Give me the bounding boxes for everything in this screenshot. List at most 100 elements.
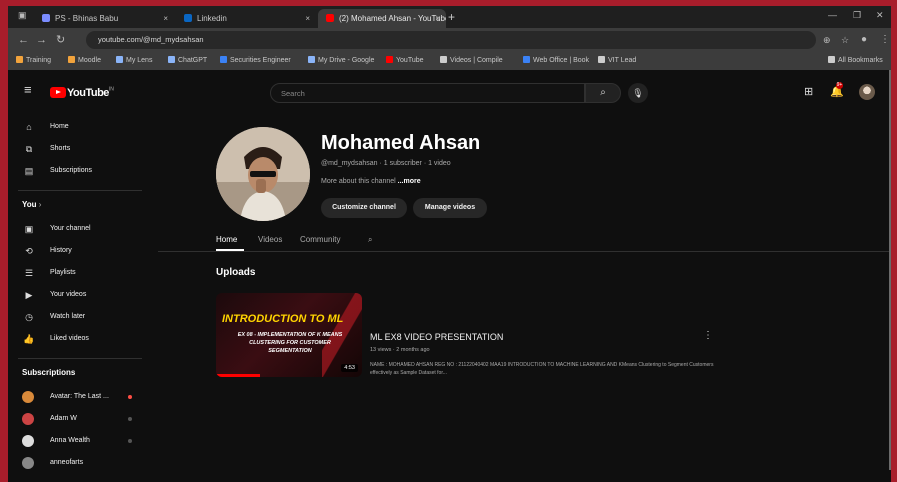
star-icon[interactable]: ☆ xyxy=(841,32,849,48)
new-tab-icon[interactable]: + xyxy=(448,9,455,25)
bookmark[interactable]: Moodle xyxy=(68,55,101,67)
bookmark-favicon-icon xyxy=(220,56,227,63)
video-thumbnail[interactable]: INTRODUCTION TO ML EX 08 - IMPLEMENTATIO… xyxy=(216,293,362,377)
sidebar-item-subscriptions[interactable]: ▤ Subscriptions xyxy=(8,160,148,182)
hamburger-menu-icon[interactable]: ≡ xyxy=(24,82,32,97)
create-icon[interactable]: ⊞ xyxy=(804,85,813,98)
browser-tab-active[interactable]: (2) Mohamed Ahsan - YouTube × xyxy=(318,9,446,28)
sidebar-item-your-channel[interactable]: ▣ Your channel xyxy=(8,218,148,240)
browser-window: ▣ PS - Bhinas Babu × Linkedin × (2) Mohame… xyxy=(8,6,891,482)
sidebar-item-liked-videos[interactable]: 👍 Liked videos xyxy=(8,328,148,350)
sidebar-item-history[interactable]: ⟲ History xyxy=(8,240,148,262)
video-description: NAME : MOHAMED AHSAN REG NO : 2112204040… xyxy=(370,362,714,376)
account-avatar[interactable] xyxy=(859,84,875,100)
search-button[interactable]: ⌕ xyxy=(585,83,621,103)
youtube-logo[interactable]: YouTubeIN xyxy=(50,84,114,102)
bookmark[interactable]: My Lens xyxy=(116,55,152,67)
tab-videos[interactable]: Videos xyxy=(258,232,282,248)
video-meta: 13 views · 2 months ago xyxy=(370,347,430,353)
bookmark[interactable]: My Drive - Google xyxy=(308,55,374,67)
tab-favicon-icon xyxy=(42,14,50,22)
browser-tab-1[interactable]: PS - Bhinas Babu × xyxy=(34,9,174,28)
sidebar-item-label: History xyxy=(50,247,72,254)
bookmark-favicon-icon xyxy=(168,56,175,63)
youtube-page: ≡ YouTubeIN Search ⌕ 🎙 ⊞ 🔔 9+ ⌂ Home ⧉ Sho… xyxy=(8,70,891,482)
profile-icon[interactable]: ● xyxy=(861,32,867,48)
sidebar-item-watch-later[interactable]: ◷ Watch later xyxy=(8,306,148,328)
bookmark[interactable]: VIT Lead xyxy=(598,55,636,67)
tab-home[interactable]: Home xyxy=(216,232,237,248)
tab-community[interactable]: Community xyxy=(300,232,340,248)
tab-menu-icon[interactable]: ▣ xyxy=(18,10,27,21)
sidebar-item-label: Shorts xyxy=(50,145,71,152)
maximize-icon[interactable]: ❐ xyxy=(853,10,861,21)
bookmark[interactable]: Training xyxy=(16,55,51,67)
bookmark-label: My Drive - Google xyxy=(318,57,375,64)
tab-label: PS - Bhinas Babu xyxy=(55,14,119,23)
sidebar-item-label: Home xyxy=(50,123,69,130)
bookmark[interactable]: YouTube xyxy=(386,55,424,67)
divider xyxy=(18,190,142,191)
folder-icon xyxy=(16,56,23,63)
bookmark-label: Training xyxy=(26,57,52,64)
url-input[interactable]: youtube.com/@md_mydsahsan xyxy=(86,31,816,49)
bookmark[interactable]: Videos | Compile xyxy=(440,55,503,67)
back-icon[interactable]: ← xyxy=(18,32,29,48)
sidebar-item-your-videos[interactable]: ▶ Your videos xyxy=(8,284,148,306)
reload-icon[interactable]: ↻ xyxy=(56,32,65,48)
thumbnail-title: INTRODUCTION TO ML xyxy=(222,313,344,325)
channel-avatar-large[interactable] xyxy=(216,127,310,221)
sidebar-item-shorts[interactable]: ⧉ Shorts xyxy=(8,138,148,160)
voice-search-icon[interactable]: 🎙 xyxy=(628,83,648,103)
menu-icon[interactable]: ⋮ xyxy=(880,32,890,48)
bookmark-label: VIT Lead xyxy=(608,57,637,64)
subscription-item[interactable]: anneofarts xyxy=(8,452,148,474)
new-content-dot-icon xyxy=(128,439,132,443)
bookmark[interactable]: Securities Engineer xyxy=(220,55,291,67)
video-icon: ▶ xyxy=(25,290,33,300)
bookmark[interactable]: ChatGPT xyxy=(168,55,207,67)
bookmark-label: YouTube xyxy=(396,57,424,64)
close-tab-icon[interactable]: × xyxy=(435,9,440,28)
customize-channel-button[interactable]: Customize channel xyxy=(321,198,407,218)
more-actions-icon[interactable]: ⋮ xyxy=(703,330,713,341)
folder-icon xyxy=(828,56,835,63)
close-window-icon[interactable]: ✕ xyxy=(876,10,884,21)
zoom-icon[interactable]: ⊕ xyxy=(823,32,831,48)
subscription-item[interactable]: Avatar: The Last ... xyxy=(8,386,148,408)
close-tab-icon[interactable]: × xyxy=(163,9,168,28)
sidebar-item-home[interactable]: ⌂ Home xyxy=(8,116,148,138)
channel-icon: ▣ xyxy=(24,224,34,234)
notification-badge: 9+ xyxy=(836,82,843,89)
forward-icon[interactable]: → xyxy=(36,32,47,48)
bookmark-favicon-icon xyxy=(116,56,123,63)
browser-tab-2[interactable]: Linkedin × xyxy=(176,9,316,28)
minimize-icon[interactable]: — xyxy=(828,10,837,20)
address-bar-row: ← → ↻ youtube.com/@md_mydsahsan ⊕ ☆ ● ⋮ xyxy=(8,28,891,52)
tab-favicon-icon xyxy=(184,14,192,22)
sidebar-item-playlists[interactable]: ☰ Playlists xyxy=(8,262,148,284)
subscription-item[interactable]: Anna Wealth xyxy=(8,430,148,452)
manage-videos-button[interactable]: Manage videos xyxy=(413,198,487,218)
you-heading[interactable]: You › xyxy=(22,200,41,209)
bookmark-label: Moodle xyxy=(78,57,101,64)
bookmark[interactable]: Web Office | Book xyxy=(523,55,589,67)
search-placeholder: Search xyxy=(281,89,305,98)
search-input[interactable]: Search xyxy=(270,83,585,103)
channel-search-icon[interactable]: ⌕ xyxy=(368,232,372,248)
close-tab-icon[interactable]: × xyxy=(305,9,310,28)
more-link[interactable]: ...more xyxy=(398,178,421,185)
folder-icon xyxy=(68,56,75,63)
channel-about[interactable]: More about this channel ...more xyxy=(321,178,421,185)
subscription-item[interactable]: Adam W xyxy=(8,408,148,430)
tab-bar: ▣ PS - Bhinas Babu × Linkedin × (2) Mohame… xyxy=(8,6,891,28)
sidebar-item-label: Liked videos xyxy=(50,335,89,342)
subscription-label: Anna Wealth xyxy=(50,437,90,444)
watch-progress-bar xyxy=(216,374,260,377)
all-bookmarks[interactable]: All Bookmarks xyxy=(828,55,883,67)
uploads-heading[interactable]: Uploads xyxy=(216,267,255,278)
video-title[interactable]: ML EX8 VIDEO PRESENTATION xyxy=(370,332,503,342)
channel-avatar xyxy=(22,457,34,469)
live-indicator-icon xyxy=(128,395,132,399)
page-scrollbar[interactable] xyxy=(889,70,891,470)
